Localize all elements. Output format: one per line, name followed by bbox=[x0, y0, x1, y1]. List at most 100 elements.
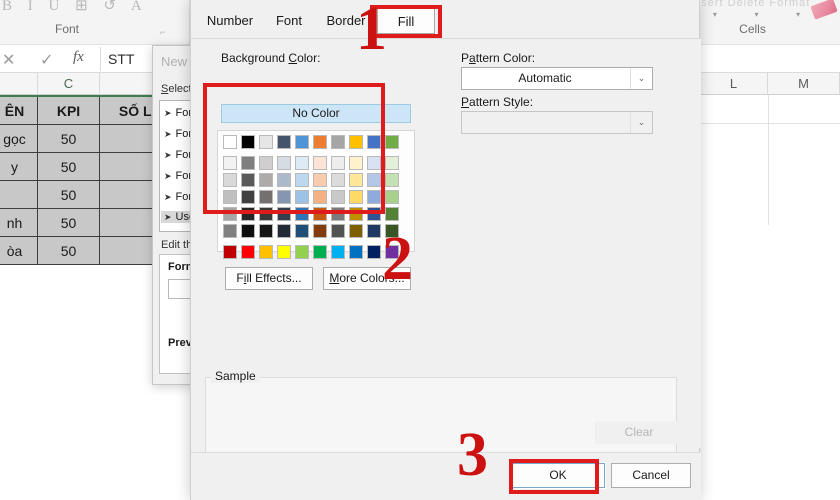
table-row[interactable]: 50 bbox=[38, 209, 100, 237]
grid-line bbox=[700, 123, 840, 124]
formula-input[interactable]: STT bbox=[108, 51, 134, 67]
swatch-standard-6[interactable] bbox=[331, 245, 345, 259]
format-cells-dialog: Number Font Border Fill Background Color… bbox=[190, 0, 701, 500]
dialog-footer: OK Cancel bbox=[191, 452, 701, 500]
swatch-tint-4-7[interactable] bbox=[349, 224, 363, 238]
swatch-tint-4-2[interactable] bbox=[259, 224, 273, 238]
format-caret-icon[interactable]: ▾ bbox=[796, 10, 800, 19]
cancel-button[interactable]: Cancel bbox=[611, 463, 691, 488]
annotation-number-1: 1 bbox=[356, 0, 387, 63]
table-header-cell[interactable]: ÊN bbox=[0, 97, 38, 125]
background-color-label: Background Color: bbox=[221, 51, 320, 65]
insert-caret-icon[interactable]: ▾ bbox=[713, 10, 717, 19]
swatch-tint-3-9[interactable] bbox=[385, 207, 399, 221]
chevron-down-icon[interactable]: ⌄ bbox=[630, 68, 652, 89]
cells-caret-row: ▾ ▾ ▾ bbox=[694, 10, 819, 19]
tab-number[interactable]: Number bbox=[199, 8, 261, 34]
table-row[interactable]: 50 bbox=[38, 181, 100, 209]
table-row[interactable]: 50 bbox=[38, 237, 100, 265]
pattern-style-label: Pattern Style: bbox=[461, 95, 533, 109]
dialog-tab-row: Number Font Border Fill bbox=[191, 8, 701, 38]
tab-font[interactable]: Font bbox=[263, 8, 315, 34]
column-header-l[interactable]: L bbox=[700, 73, 768, 95]
swatch-tint-4-3[interactable] bbox=[277, 224, 291, 238]
grid-line bbox=[768, 95, 769, 225]
swatch-tint-2-9[interactable] bbox=[385, 190, 399, 204]
swatch-standard-2[interactable] bbox=[259, 245, 273, 259]
pc-post: ttern Color: bbox=[475, 51, 536, 65]
annotation-number-2: 2 bbox=[382, 225, 413, 293]
bullet-arrow-icon: ➤ bbox=[164, 129, 172, 139]
swatch-standard-8[interactable] bbox=[367, 245, 381, 259]
swatch-tint-0-9[interactable] bbox=[385, 156, 399, 170]
clear-button[interactable]: Clear bbox=[595, 421, 683, 444]
pattern-color-label: Pattern Color: bbox=[461, 51, 535, 65]
swatch-standard-7[interactable] bbox=[349, 245, 363, 259]
swatch-tint-4-5[interactable] bbox=[313, 224, 327, 238]
formula-confirm-icon[interactable]: ✓ bbox=[40, 50, 53, 70]
cells-group: Insert Delete Format ▾ ▾ ▾ Cells bbox=[690, 0, 820, 45]
list-item[interactable]: ➤ For bbox=[164, 107, 192, 119]
sample-label: Sample bbox=[211, 369, 260, 383]
table-row[interactable]: y bbox=[0, 153, 38, 181]
table-row[interactable]: nh bbox=[0, 209, 38, 237]
swatch-tint-4-4[interactable] bbox=[295, 224, 309, 238]
sample-preview-box bbox=[205, 377, 677, 459]
cells-group-label: Cells bbox=[739, 22, 766, 36]
annotation-box-palette bbox=[203, 83, 385, 214]
swatch-theme-9[interactable] bbox=[385, 135, 399, 149]
table-row[interactable]: òa bbox=[0, 237, 38, 265]
pc-pre: P bbox=[461, 51, 470, 65]
swatch-tint-4-8[interactable] bbox=[367, 224, 381, 238]
ps-accel: P bbox=[461, 95, 470, 109]
insert-function-icon[interactable]: fx bbox=[73, 49, 84, 66]
pc-accel: a bbox=[469, 51, 476, 65]
list-item[interactable]: ➤ For bbox=[164, 170, 192, 182]
bg-label-post: olor: bbox=[297, 51, 321, 65]
table-row[interactable] bbox=[0, 181, 38, 209]
swatch-standard-1[interactable] bbox=[241, 245, 255, 259]
bullet-arrow-icon: ➤ bbox=[164, 150, 172, 160]
list-item[interactable]: ➤ For bbox=[164, 128, 192, 140]
pattern-style-dropdown[interactable]: ⌄ bbox=[461, 111, 653, 134]
swatch-tint-4-1[interactable] bbox=[241, 224, 255, 238]
pattern-style-value bbox=[462, 112, 628, 133]
bullet-arrow-icon: ➤ bbox=[164, 171, 172, 181]
screenshot-root: B I U ⊞ ↺ A Font ⌐ Insert Delete Format … bbox=[0, 0, 840, 500]
bg-label-accel: C bbox=[288, 51, 298, 65]
table-row[interactable]: 50 bbox=[38, 153, 100, 181]
fe-post: ll Effects... bbox=[246, 271, 302, 285]
bullet-arrow-icon: ➤ bbox=[164, 108, 172, 118]
bullet-arrow-icon: ➤ bbox=[164, 192, 172, 202]
swatch-standard-5[interactable] bbox=[313, 245, 327, 259]
column-header-m[interactable]: M bbox=[768, 73, 840, 95]
table-row[interactable]: gọc bbox=[0, 125, 38, 153]
formula-cancel-icon[interactable]: ✕ bbox=[2, 50, 15, 70]
annotation-box-ok-button bbox=[509, 459, 599, 494]
delete-caret-icon[interactable]: ▾ bbox=[754, 10, 758, 19]
chevron-down-icon[interactable]: ⌄ bbox=[630, 112, 652, 133]
swatch-tint-4-0[interactable] bbox=[223, 224, 237, 238]
fe-pre: F bbox=[236, 271, 244, 285]
cells-buttons-label: Insert Delete Format bbox=[690, 0, 811, 9]
column-header-c[interactable]: C bbox=[38, 73, 100, 95]
pattern-color-value: Automatic bbox=[518, 71, 572, 85]
fill-effects-button[interactable]: Fill Effects... bbox=[225, 267, 313, 290]
swatch-standard-0[interactable] bbox=[223, 245, 237, 259]
swatch-tint-1-9[interactable] bbox=[385, 173, 399, 187]
list-item[interactable]: ➤ For bbox=[164, 191, 192, 203]
ps-post: attern Style: bbox=[469, 95, 534, 109]
list-item[interactable]: ➤ For bbox=[164, 149, 192, 161]
swatch-standard-4[interactable] bbox=[295, 245, 309, 259]
pattern-color-dropdown[interactable]: Automatic ⌄ bbox=[461, 67, 653, 90]
column-header-b[interactable] bbox=[0, 73, 38, 95]
font-dialog-launcher-icon[interactable]: ⌐ bbox=[160, 27, 165, 37]
swatch-standard-3[interactable] bbox=[277, 245, 291, 259]
font-format-icons: B I U ⊞ ↺ A bbox=[2, 0, 148, 14]
swatch-tint-4-6[interactable] bbox=[331, 224, 345, 238]
bullet-arrow-icon: ➤ bbox=[164, 212, 172, 222]
table-header-cell[interactable]: KPI bbox=[38, 97, 100, 125]
table-row[interactable]: 50 bbox=[38, 125, 100, 153]
annotation-number-3: 3 bbox=[457, 421, 488, 489]
bg-label-pre: Background bbox=[221, 51, 289, 65]
